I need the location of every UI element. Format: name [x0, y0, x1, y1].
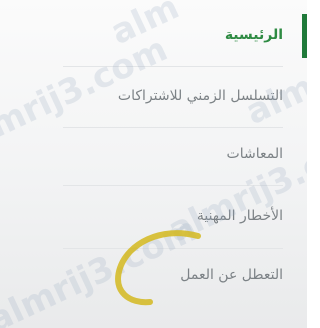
active-indicator [302, 14, 307, 58]
screenshot: الرئيسية التسلسل الزمني للاشتراكات المعا… [0, 0, 307, 328]
nav-divider [63, 127, 283, 128]
nav-item-occupational-hazards[interactable]: الأخطار المهنية [197, 199, 283, 233]
nav-divider [63, 248, 283, 249]
nav-item-contributions-timeline[interactable]: التسلسل الزمني للاشتراكات [118, 79, 283, 113]
nav-divider [63, 66, 283, 67]
nav-item-home[interactable]: الرئيسية [225, 18, 283, 52]
nav-item-pensions[interactable]: المعاشات [227, 137, 283, 171]
nav-divider [63, 185, 283, 186]
sidebar-nav: الرئيسية التسلسل الزمني للاشتراكات المعا… [0, 0, 307, 328]
nav-item-unemployment[interactable]: التعطل عن العمل [180, 258, 283, 292]
